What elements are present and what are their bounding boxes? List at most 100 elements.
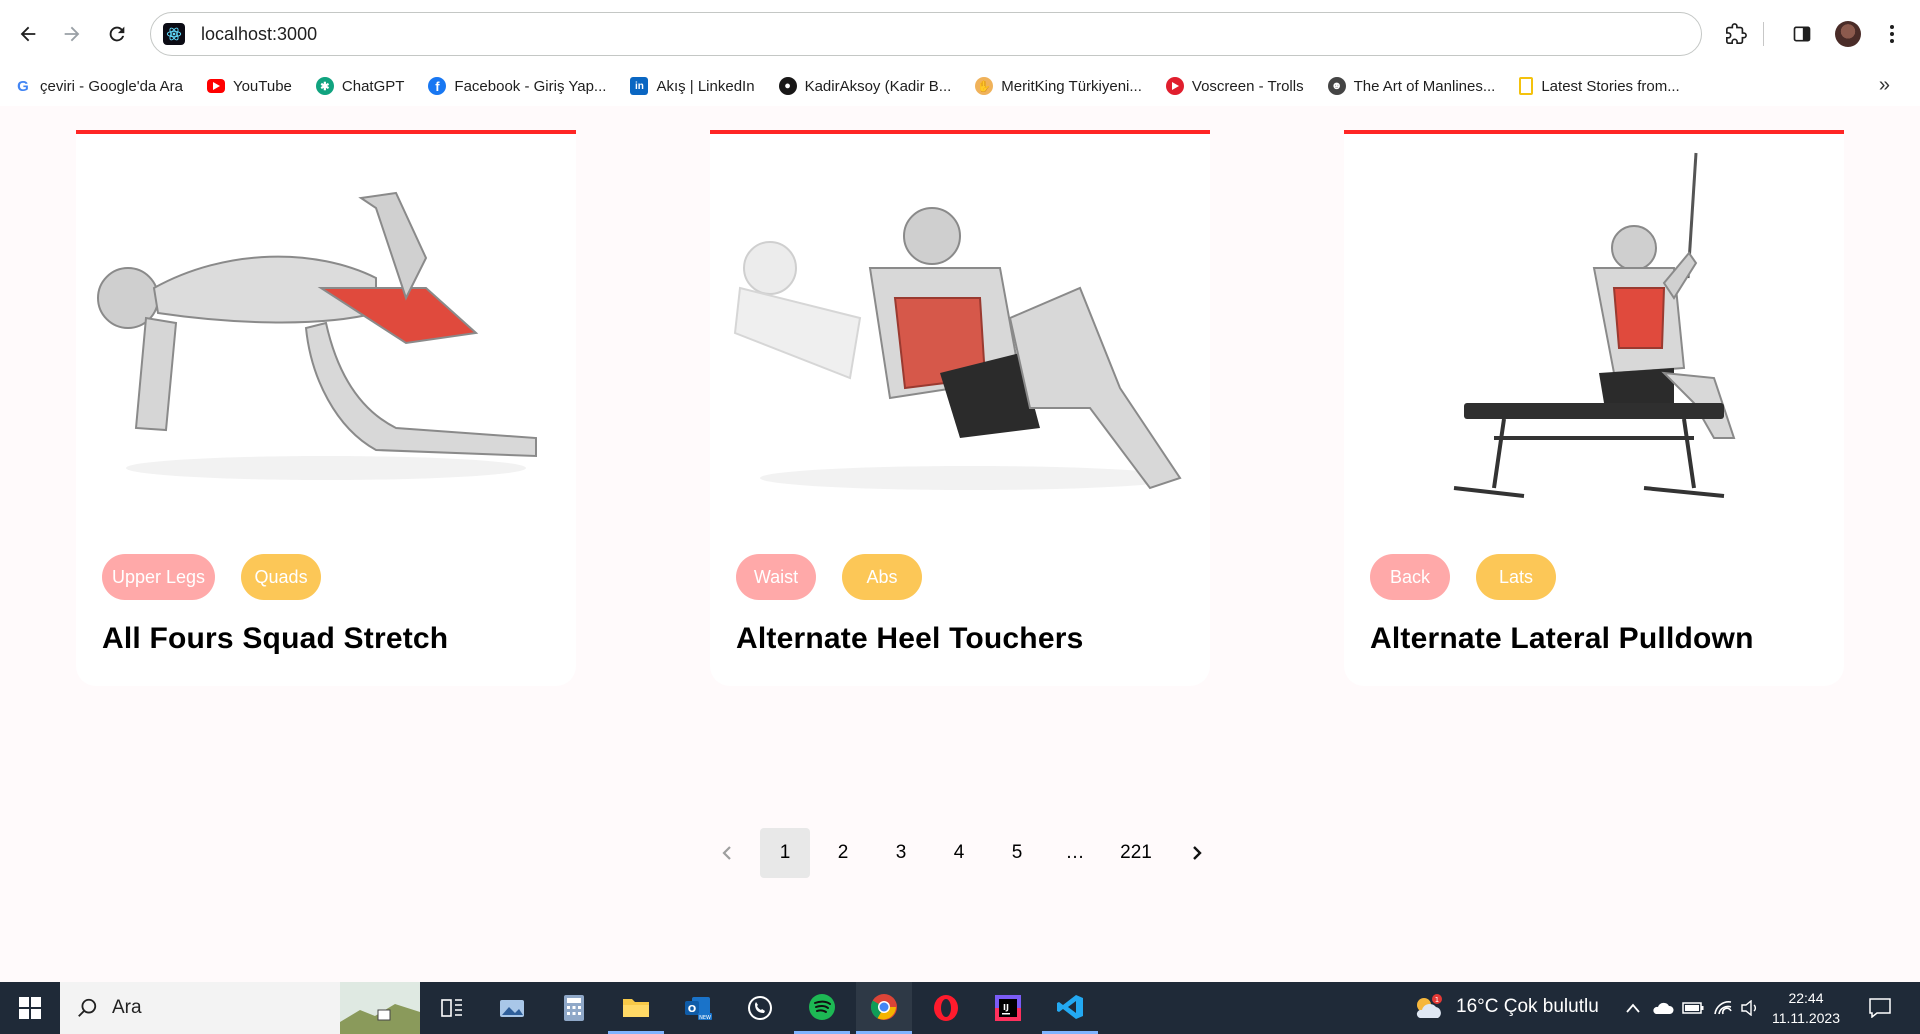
taskbar-search[interactable]: Ara <box>60 982 420 1034</box>
bookmark-linkedin[interactable]: in Akış | LinkedIn <box>630 77 755 95</box>
weather-widget[interactable]: 1 <box>1410 982 1446 1034</box>
clock-time: 22:44 <box>1788 990 1824 1006</box>
browser-menu-button[interactable] <box>1872 14 1912 54</box>
chevron-left-icon <box>722 846 731 860</box>
back-button[interactable] <box>8 14 48 54</box>
bookmark-label: ChatGPT <box>341 77 405 95</box>
body-part-tag[interactable]: Back <box>1370 554 1450 600</box>
github-icon: ● <box>778 77 797 95</box>
bookmark-label: The Art of Manlines... <box>1353 77 1496 95</box>
tag-group: Back Lats <box>1370 554 1582 600</box>
notifications-button[interactable] <box>1856 982 1904 1034</box>
previous-page-button[interactable] <box>702 828 752 878</box>
taskbar-app-calculator[interactable] <box>546 982 602 1034</box>
exercises-page: Upper Legs Quads All Fours Squad Stretch… <box>0 106 1920 982</box>
target-muscle-tag[interactable]: Quads <box>241 554 322 600</box>
taskbar-app-vscode[interactable] <box>1042 982 1098 1034</box>
page-button-2[interactable]: 2 <box>818 828 868 878</box>
weather-badge-count: 1 <box>1435 996 1439 1004</box>
taskbar-app-chrome[interactable] <box>856 982 912 1034</box>
partly-cloudy-icon: 1 <box>1416 994 1442 1018</box>
next-page-button[interactable] <box>1172 828 1222 878</box>
bookmark-label: Facebook - Giriş Yap... <box>454 77 607 95</box>
bookmark-youtube[interactable]: YouTube <box>206 77 292 95</box>
meritking-icon: ✋ <box>975 77 994 95</box>
exercise-card[interactable]: Waist Abs Alternate Heel Touchers <box>710 130 1210 686</box>
youtube-icon <box>206 79 225 93</box>
calculator-icon <box>564 995 584 1021</box>
bookmark-facebook[interactable]: f Facebook - Giriş Yap... <box>428 77 606 95</box>
bookmark-label: YouTube <box>232 77 292 95</box>
taskbar-app-file-explorer[interactable] <box>608 982 664 1034</box>
page-button-5[interactable]: 5 <box>992 828 1042 878</box>
outlook-icon: ONEW <box>685 997 712 1021</box>
start-button[interactable] <box>2 982 58 1034</box>
page-button-1[interactable]: 1 <box>760 828 810 878</box>
opera-icon <box>934 995 958 1021</box>
taskbar-app-outlook[interactable]: O NEW <box>670 982 726 1034</box>
body-part-tag[interactable]: Upper Legs <box>102 554 216 600</box>
taskbar-app-intellij[interactable]: IJ <box>980 982 1036 1034</box>
svg-text:IJ: IJ <box>1003 1003 1009 1012</box>
page-button-4[interactable]: 4 <box>934 828 984 878</box>
taskbar-app-photos[interactable] <box>484 982 540 1034</box>
url-text: localhost:3000 <box>201 23 318 44</box>
taskbar-app-spotify[interactable] <box>794 982 850 1034</box>
bookmark-google[interactable]: G çeviri - Google'da Ara <box>14 77 183 95</box>
clock-date: 11.11.2023 <box>1772 1010 1840 1026</box>
bookmark-chatgpt[interactable]: ✱ ChatGPT <box>315 77 405 95</box>
page-button-3[interactable]: 3 <box>876 828 926 878</box>
target-muscle-tag[interactable]: Lats <box>1476 554 1556 600</box>
taskbar-app-whatsapp[interactable] <box>732 982 788 1034</box>
extensions-button[interactable] <box>1716 14 1756 54</box>
side-panel-button[interactable] <box>1782 14 1822 54</box>
arrow-right-icon <box>64 26 80 42</box>
page-button-last[interactable]: 221 <box>1108 828 1164 878</box>
vscode-icon <box>1057 994 1083 1019</box>
body-part-tag[interactable]: Waist <box>736 554 816 600</box>
target-muscle-tag[interactable]: Abs <box>842 554 922 600</box>
toolbar-divider <box>1763 22 1764 46</box>
battery-tray[interactable] <box>1678 982 1708 1034</box>
linkedin-icon: in <box>630 77 649 95</box>
bookmark-voscreen[interactable]: Voscreen - Trolls <box>1165 77 1304 95</box>
quads-stretch-illustration <box>97 191 537 480</box>
reload-button[interactable] <box>97 14 137 54</box>
bookmark-meritking[interactable]: ✋ MeritKing Türkiyeni... <box>975 77 1142 95</box>
forward-button[interactable] <box>52 14 92 54</box>
bookmark-latest-stories[interactable]: Latest Stories from... <box>1519 77 1680 95</box>
pagination-ellipsis: … <box>1065 842 1085 863</box>
bookmark-label: Akış | LinkedIn <box>656 77 755 95</box>
show-hidden-icons-button[interactable] <box>1618 982 1648 1034</box>
exercise-card[interactable]: Back Lats Alternate Lateral Pulldown <box>1344 130 1844 686</box>
onedrive-tray[interactable] <box>1648 982 1678 1034</box>
svg-text:O: O <box>688 1004 697 1015</box>
reload-icon <box>109 26 125 42</box>
bookmarks-overflow-button[interactable]: » <box>1879 74 1890 97</box>
whatsapp-icon <box>748 996 772 1020</box>
notification-icon <box>1869 998 1891 1018</box>
clock[interactable]: 22:44 11.11.2023 <box>1762 988 1850 1028</box>
spotify-icon <box>809 993 835 1020</box>
bookmark-art-of-manliness[interactable]: ☻ The Art of Manlines... <box>1327 77 1496 95</box>
search-icon <box>78 998 97 1017</box>
wifi-tray[interactable] <box>1708 982 1738 1034</box>
weather-text[interactable]: 16°C Çok bulutlu <box>1456 996 1599 1018</box>
bookmark-github[interactable]: ● KadirAksoy (Kadir B... <box>778 77 952 95</box>
exercise-card[interactable]: Upper Legs Quads All Fours Squad Stretch <box>76 130 576 686</box>
arrow-left-icon <box>20 26 36 42</box>
profile-button[interactable] <box>1828 14 1868 54</box>
exercise-title: Alternate Lateral Pulldown <box>1370 622 1754 655</box>
bookmarks-bar: G çeviri - Google'da Ara YouTube ✱ ChatG… <box>0 66 1920 106</box>
artofmanliness-icon: ☻ <box>1327 77 1346 95</box>
address-bar[interactable]: localhost:3000 <box>150 12 1702 56</box>
tag-group: Waist Abs <box>736 554 948 600</box>
task-view-button[interactable] <box>424 982 480 1034</box>
search-highlight-icon <box>340 982 420 1034</box>
speaker-icon <box>1741 1000 1756 1016</box>
search-label: Ara <box>112 997 142 1018</box>
chevron-up-icon <box>1626 1003 1640 1013</box>
bookmark-label: KadirAksoy (Kadir B... <box>804 77 952 95</box>
taskbar-app-opera[interactable] <box>918 982 974 1034</box>
volume-tray[interactable] <box>1736 982 1764 1034</box>
